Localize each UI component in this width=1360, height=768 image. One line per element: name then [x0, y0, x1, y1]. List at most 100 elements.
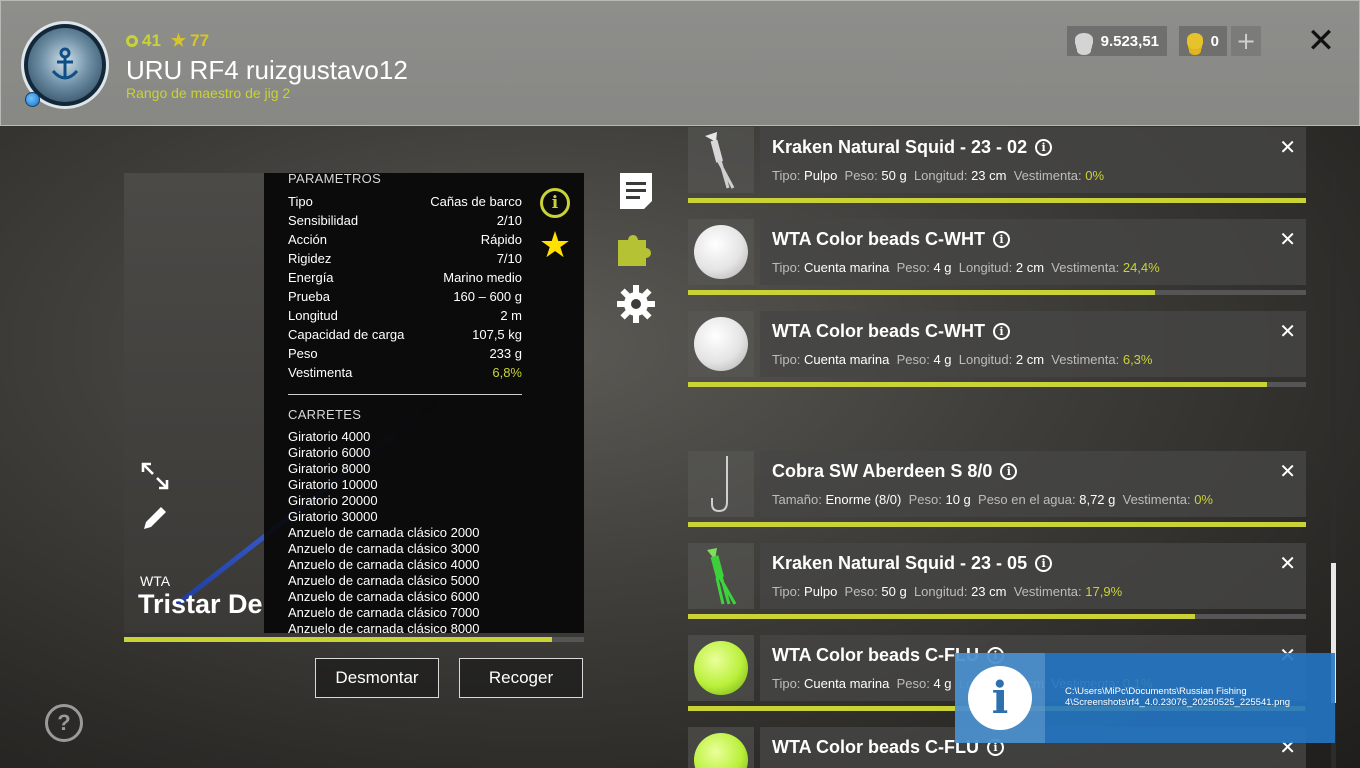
stars-value: 77 [190, 31, 210, 50]
pickup-button[interactable]: Recoger [459, 658, 583, 698]
meta-key: Vestimenta: [1051, 352, 1120, 367]
favorite-star-icon[interactable]: ★ [536, 227, 574, 265]
param-value: Cañas de barco [430, 194, 522, 209]
meta-value: 2 cm [1015, 260, 1045, 275]
param-row: Acción Rápido [288, 230, 522, 249]
item-thumbnail[interactable] [688, 127, 754, 193]
item-thumbnail[interactable] [688, 219, 754, 285]
info-icon[interactable]: i [1000, 463, 1018, 480]
pencil-icon[interactable] [140, 503, 170, 533]
rank-title: Rango de maestro de jig 2 [126, 85, 291, 101]
username: URU RF4 ruizgustavo12 [126, 55, 408, 85]
player-stats: 41 ★ 77 [126, 31, 209, 51]
puzzle-icon[interactable] [616, 228, 656, 268]
reel-item: Giratorio 20000 [288, 493, 378, 508]
item-card[interactable]: Kraken Natural Squid - 23 - 02 i Tipo: Pul… [760, 127, 1306, 193]
silver-coins-icon [1075, 33, 1093, 49]
remove-icon[interactable]: ✕ [1279, 319, 1296, 343]
item-thumbnail[interactable] [688, 635, 754, 701]
gold-balance: 0 [1179, 26, 1227, 56]
dismount-button[interactable]: Desmontar [315, 658, 439, 698]
item-thumbnail[interactable] [688, 543, 754, 609]
reel-item: Anzuelo de carnada clásico 6000 [288, 589, 480, 604]
gold-coins-icon [1187, 33, 1203, 49]
item-thumbnail[interactable] [688, 311, 754, 377]
expand-icon[interactable] [140, 461, 170, 491]
param-label: Tipo [288, 194, 313, 209]
rod-wear-fill [124, 637, 552, 642]
meta-key: Longitud: [913, 168, 968, 183]
param-row: Longitud 2 m [288, 306, 522, 325]
meta-key: Tipo: [772, 168, 801, 183]
remove-icon[interactable]: ✕ [1279, 227, 1296, 251]
notification-path: C:\Users\MiPc\Documents\Russian Fishing … [1065, 686, 1291, 708]
item-card[interactable]: WTA Color beads C-WHT i Tipo: Cuenta marin… [760, 219, 1306, 285]
meta-value: Pulpo [804, 168, 838, 183]
item-wear-bar [688, 382, 1306, 387]
item-title: Cobra SW Aberdeen S 8/0 i [772, 461, 1018, 482]
item-title: Kraken Natural Squid - 23 - 05 i [772, 553, 1053, 574]
rod-panel: PARAMETROS Tipo Cañas de barco Sensibilida… [124, 173, 584, 633]
close-icon[interactable]: ✕ [1305, 24, 1337, 58]
meta-key: Tamaño: [772, 492, 822, 507]
info-icon[interactable]: i [1035, 555, 1053, 572]
meta-key: Peso en el agua: [978, 492, 1076, 507]
reel-item: Giratorio 30000 [288, 509, 378, 524]
stars-stat: ★ 77 [171, 31, 209, 51]
item-title: WTA Color beads C-WHT i [772, 321, 1010, 342]
help-icon[interactable]: ? [45, 704, 83, 742]
meta-key: Vestimenta: [1051, 260, 1120, 275]
info-icon[interactable]: i [992, 231, 1010, 248]
meta-value: 23 cm [971, 168, 1007, 183]
info-icon[interactable]: i [992, 323, 1010, 340]
item-title-text: Kraken Natural Squid - 23 - 05 [772, 553, 1028, 573]
item-card[interactable]: WTA Color beads C-WHT i Tipo: Cuenta marin… [760, 311, 1306, 377]
meta-key: Longitud: [958, 352, 1013, 367]
param-label: Prueba [288, 289, 330, 304]
item-title-text: WTA Color beads C-FLU [772, 645, 979, 665]
document-icon[interactable] [616, 171, 656, 211]
param-label: Longitud [288, 308, 338, 323]
param-value: Rápido [480, 232, 522, 247]
rod-image [124, 173, 438, 633]
info-icon[interactable]: i [540, 188, 570, 218]
rod-wear-bar [124, 637, 584, 642]
meta-key: Peso: [844, 584, 878, 599]
meta-value: 23 cm [971, 584, 1007, 599]
bead-white-icon [694, 225, 748, 279]
meta-value: Enorme (8/0) [825, 492, 902, 507]
remove-icon[interactable]: ✕ [1279, 551, 1296, 575]
item-title-text: Kraken Natural Squid - 23 - 02 [772, 137, 1028, 157]
meta-value: 50 g [881, 584, 907, 599]
rod-name: Tristar De [138, 589, 263, 619]
param-row: Tipo Cañas de barco [288, 192, 522, 211]
item-thumbnail[interactable] [688, 727, 754, 768]
anchor-emblem-icon [28, 28, 102, 102]
add-gold-button[interactable]: + [1231, 26, 1261, 56]
meta-value: 0% [1194, 492, 1213, 507]
param-list: Tipo Cañas de barco Sensibilidad 2/10 Acción… [288, 192, 522, 382]
item-card[interactable]: Cobra SW Aberdeen S 8/0 i Tamaño: Enorme (… [760, 451, 1306, 517]
item-meta: Tipo: Cuenta marina Peso: 4 g Longitud: … [772, 260, 1167, 275]
meta-value: Cuenta marina [804, 676, 890, 691]
rod-brand: WTA [140, 573, 171, 589]
meta-key: Peso: [896, 352, 930, 367]
meta-value: 4 g [933, 352, 952, 367]
item-card[interactable]: Kraken Natural Squid - 23 - 05 i Tipo: Pul… [760, 543, 1306, 609]
meta-key: Peso: [896, 260, 930, 275]
item-wear-bar [688, 614, 1306, 619]
remove-icon[interactable]: ✕ [1279, 135, 1296, 159]
param-label: Capacidad de carga [288, 327, 405, 342]
remove-icon[interactable]: ✕ [1279, 459, 1296, 483]
reel-item: Giratorio 4000 [288, 429, 371, 444]
gold-value: 0 [1210, 32, 1219, 50]
info-icon[interactable]: i [1035, 139, 1053, 156]
meta-value: 4 g [933, 676, 952, 691]
item-thumbnail[interactable] [688, 451, 754, 517]
item-meta: Tipo: Pulpo Peso: 50 g Longitud: 23 cm V… [772, 168, 1111, 183]
gear-icon[interactable] [616, 284, 656, 324]
param-row: Rigidez 7/10 [288, 249, 522, 268]
meta-key: Tipo: [772, 676, 801, 691]
reel-item: Giratorio 6000 [288, 445, 371, 460]
meta-value: 50 g [881, 168, 907, 183]
